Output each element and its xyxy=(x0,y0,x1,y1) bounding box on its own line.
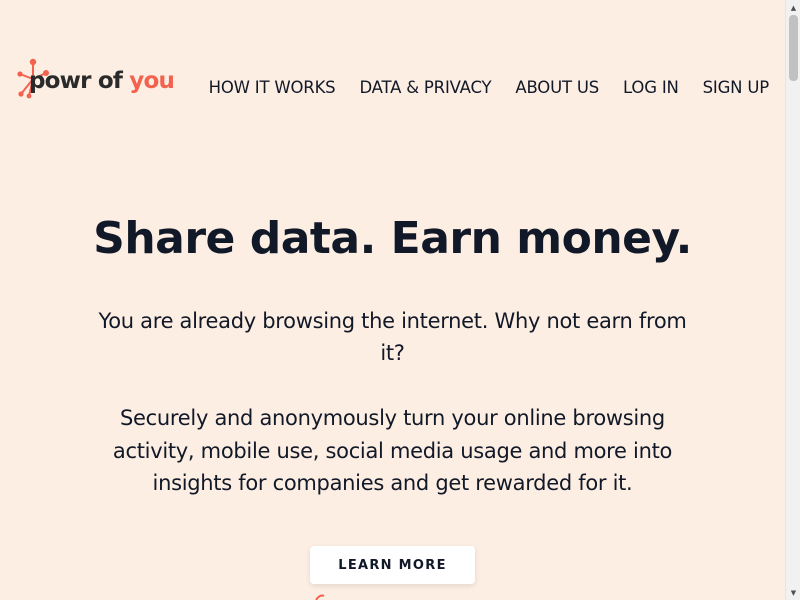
hero-subtitle: You are already browsing the internet. W… xyxy=(98,309,687,365)
nav-log-in[interactable]: LOG IN xyxy=(623,78,679,97)
nav-about-us[interactable]: ABOUT US xyxy=(515,78,599,97)
nav-item: ABOUT US xyxy=(515,78,599,97)
arrow-down-icon[interactable]: ▼ xyxy=(786,585,800,600)
arrow-up-icon[interactable]: ▲ xyxy=(786,0,800,15)
main-nav: HOW IT WORKS DATA & PRIVACY ABOUT US LOG… xyxy=(209,78,770,97)
logo-text-main: powr of xyxy=(29,68,123,94)
page: powr of you HOW IT WORKS DATA & PRIVACY … xyxy=(0,0,785,600)
scrollbar-thumb[interactable] xyxy=(789,15,798,81)
vertical-scrollbar[interactable]: ▲ ▼ xyxy=(785,0,800,600)
logo-text-accent: you xyxy=(122,68,175,94)
nav-sign-up[interactable]: SIGN UP xyxy=(703,78,770,97)
nav-item: LOG IN xyxy=(623,78,679,97)
logo-link[interactable]: powr of you xyxy=(16,58,175,100)
nav-data-privacy[interactable]: DATA & PRIVACY xyxy=(359,78,491,97)
nav-item: SIGN UP xyxy=(703,78,770,97)
logo-wordmark: powr of you xyxy=(29,67,175,95)
hero-description: Securely and anonymously turn your onlin… xyxy=(112,406,673,495)
nav-item: HOW IT WORKS xyxy=(209,78,336,97)
nav-how-it-works[interactable]: HOW IT WORKS xyxy=(209,78,336,97)
orange-graphic-icon xyxy=(315,594,325,600)
hero-title: Share data. Earn money. xyxy=(93,213,692,264)
nav-item: DATA & PRIVACY xyxy=(359,78,491,97)
learn-more-button[interactable]: LEARN MORE xyxy=(310,546,475,584)
